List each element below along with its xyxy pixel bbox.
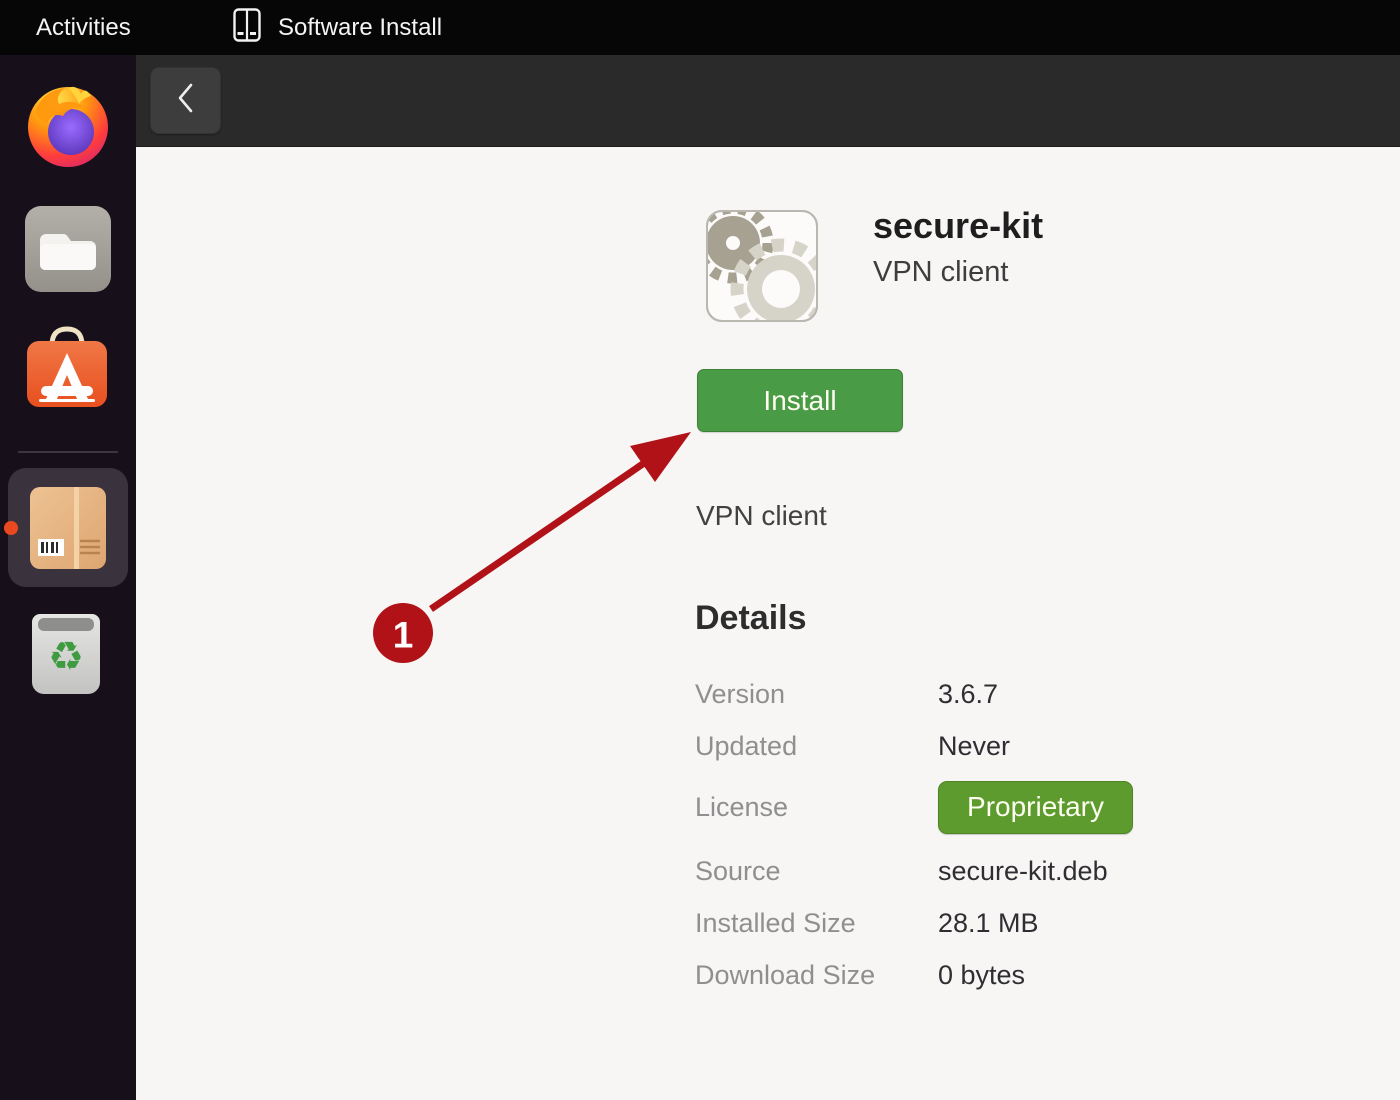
files-icon — [23, 281, 113, 298]
details-value: secure-kit.deb — [938, 856, 1108, 886]
back-button[interactable] — [150, 67, 221, 134]
app-details-page: secure-kit VPN client Install VPN client… — [136, 146, 1400, 1100]
details-label: Source — [695, 856, 938, 887]
install-button[interactable]: Install — [697, 369, 903, 432]
details-value: 28.1 MB — [938, 908, 1039, 938]
details-label: License — [695, 792, 938, 823]
details-row-installed-size: Installed Size28.1 MB — [695, 908, 1039, 939]
details-label: Version — [695, 679, 938, 710]
details-value: Never — [938, 731, 1010, 761]
dock-separator — [18, 451, 118, 453]
details-row-download-size: Download Size0 bytes — [695, 960, 1025, 991]
software-install-window-icon — [233, 8, 261, 47]
firefox-icon — [25, 155, 111, 172]
dock-item-trash[interactable]: ♻ — [32, 608, 100, 697]
license-badge[interactable]: Proprietary — [938, 781, 1133, 834]
details-row-updated: UpdatedNever — [695, 731, 1010, 762]
app-summary: VPN client — [873, 256, 1008, 289]
ubuntu-software-icon — [22, 400, 112, 417]
window-header-bar — [136, 55, 1400, 147]
package-box-icon — [30, 560, 106, 577]
details-label: Updated — [695, 731, 938, 762]
focused-app-title: Software Install — [278, 14, 442, 42]
dock-item-firefox[interactable] — [25, 82, 111, 168]
details-row-source: Sourcesecure-kit.deb — [695, 856, 1108, 887]
details-value: 3.6.7 — [938, 679, 998, 709]
focused-app-menu[interactable]: Software Install — [233, 0, 442, 55]
app-name: secure-kit — [873, 205, 1043, 247]
svg-text:♻: ♻ — [48, 634, 84, 680]
dock-item-package-installer[interactable] — [30, 483, 106, 573]
activities-button[interactable]: Activities — [36, 14, 131, 42]
generic-package-app-icon — [705, 209, 819, 323]
dock-item-files[interactable] — [23, 204, 113, 294]
screen: Activities Software Install — [0, 0, 1400, 1100]
dock: ♻ — [0, 55, 136, 1100]
chevron-left-icon — [171, 78, 201, 123]
details-heading: Details — [695, 599, 807, 638]
details-label: Download Size — [695, 960, 938, 991]
trash-icon: ♻ — [32, 684, 100, 701]
details-value: 0 bytes — [938, 960, 1025, 990]
app-description: VPN client — [696, 500, 827, 532]
details-label: Installed Size — [695, 908, 938, 939]
top-bar: Activities Software Install — [0, 0, 1400, 55]
running-indicator-dot — [4, 521, 18, 535]
details-row-license: LicenseProprietary — [695, 781, 1133, 833]
dock-item-ubuntu-software[interactable] — [22, 323, 112, 413]
details-row-version: Version3.6.7 — [695, 679, 998, 710]
